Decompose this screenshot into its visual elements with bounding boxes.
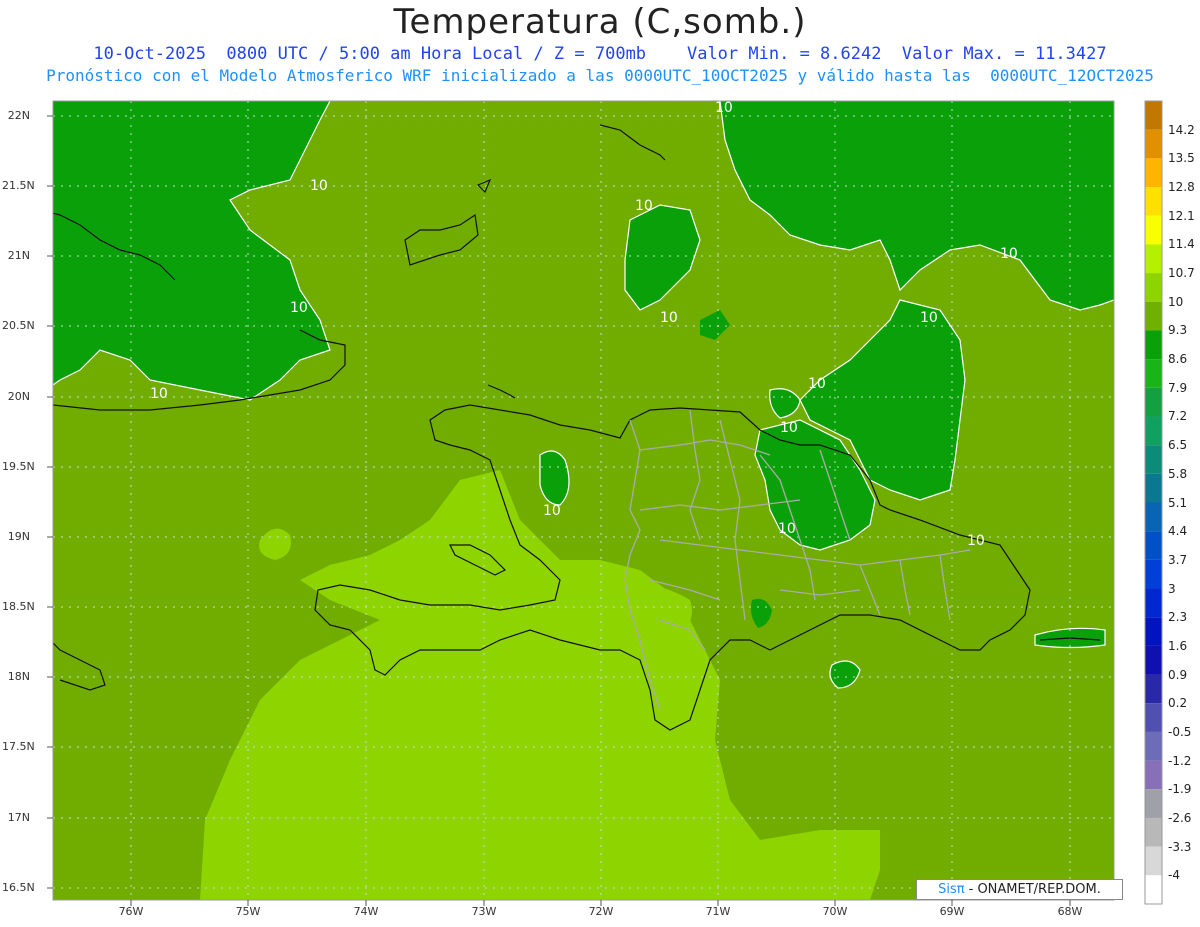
colorbar-swatch bbox=[1145, 445, 1162, 474]
colorbar-tick-label: -1.2 bbox=[1168, 753, 1192, 768]
colorbar-swatch bbox=[1145, 273, 1162, 302]
colorbar-tick-label: -2.6 bbox=[1168, 810, 1192, 825]
colorbar-tick-label: -1.9 bbox=[1168, 782, 1192, 797]
colorbar-swatch bbox=[1145, 301, 1162, 331]
colorbar-tick-label: 5.1 bbox=[1168, 495, 1188, 510]
colorbar-swatch bbox=[1145, 129, 1162, 159]
contour-label: 10 bbox=[715, 100, 733, 116]
lon-label: 68W bbox=[1057, 905, 1083, 918]
lat-label: 21N bbox=[7, 249, 30, 262]
lat-label: 22N bbox=[7, 109, 30, 122]
lat-label: 18.5N bbox=[2, 600, 35, 613]
colorbar-tick-label: 14.2 bbox=[1168, 122, 1195, 137]
colorbar-tick-label: -4 bbox=[1168, 868, 1180, 883]
lon-label: 76W bbox=[118, 905, 144, 918]
contour-label: 10 bbox=[967, 533, 985, 549]
contour-label: 10 bbox=[778, 521, 796, 537]
colorbar-tick-label: -3.3 bbox=[1168, 839, 1192, 854]
colorbar-tick-label: 12.8 bbox=[1168, 180, 1195, 195]
contour-label: 10 bbox=[290, 300, 308, 316]
lon-label: 74W bbox=[353, 905, 379, 918]
colorbar-swatch bbox=[1145, 674, 1162, 704]
colorbar-swatch bbox=[1145, 215, 1162, 245]
colorbar-swatch bbox=[1145, 588, 1162, 618]
contour-label: 10 bbox=[543, 503, 561, 519]
lon-label: 75W bbox=[235, 905, 261, 918]
colorbar-tick-label: 5.8 bbox=[1168, 466, 1188, 481]
contour-label: 10 bbox=[150, 386, 168, 402]
colorbar-tick-label: 11.4 bbox=[1168, 237, 1195, 252]
lon-label: 69W bbox=[939, 905, 965, 918]
colorbar-swatch bbox=[1145, 817, 1162, 847]
colorbar-swatch bbox=[1145, 502, 1162, 532]
contour-label: 10 bbox=[660, 310, 678, 326]
colorbar-tick-label: 10 bbox=[1168, 294, 1184, 309]
contour-label: 10 bbox=[635, 198, 653, 214]
colorbar-swatch bbox=[1145, 416, 1162, 446]
colorbar-swatch bbox=[1145, 846, 1162, 876]
lat-label: 18N bbox=[7, 670, 30, 683]
colorbar-tick-label: 10.7 bbox=[1168, 266, 1195, 281]
colorbar-tick-label: 3 bbox=[1168, 581, 1176, 596]
colorbar-tick-label: 8.6 bbox=[1168, 352, 1188, 367]
lat-label: 20.5N bbox=[2, 319, 35, 332]
colorbar-swatch bbox=[1145, 875, 1162, 904]
contour-label: 10 bbox=[808, 376, 826, 392]
lat-label: 17N bbox=[7, 811, 30, 824]
colorbar-swatch bbox=[1145, 703, 1162, 732]
contour-label: 10 bbox=[920, 310, 938, 326]
lat-label: 20N bbox=[7, 390, 30, 403]
colorbar bbox=[1144, 100, 1163, 905]
colorbar-tick-label: 4.4 bbox=[1168, 524, 1188, 539]
colorbar-tick-label: 3.7 bbox=[1168, 552, 1188, 567]
colorbar-tick-label: 9.3 bbox=[1168, 323, 1188, 338]
lon-label: 71W bbox=[705, 905, 731, 918]
lon-label: 72W bbox=[588, 905, 614, 918]
colorbar-swatch bbox=[1145, 531, 1162, 560]
colorbar-swatch bbox=[1145, 330, 1162, 360]
credit-brand: Sisπ bbox=[938, 882, 965, 897]
colorbar-swatch bbox=[1145, 760, 1162, 790]
colorbar-swatch bbox=[1145, 789, 1162, 818]
colorbar-tick-label: 6.5 bbox=[1168, 438, 1188, 453]
contour-label: 10 bbox=[1000, 246, 1018, 262]
lat-label: 19.5N bbox=[2, 460, 35, 473]
colorbar-swatch bbox=[1145, 101, 1162, 130]
colorbar-swatch bbox=[1145, 187, 1162, 216]
colorbar-swatch bbox=[1145, 617, 1162, 646]
colorbar-tick-label: 0.9 bbox=[1168, 667, 1188, 682]
lon-label: 70W bbox=[822, 905, 848, 918]
contour-label: 10 bbox=[780, 420, 798, 436]
lon-label: 73W bbox=[471, 905, 497, 918]
colorbar-tick-label: 13.5 bbox=[1168, 151, 1195, 166]
colorbar-tick-label: 0.2 bbox=[1168, 696, 1188, 711]
lat-label: 17.5N bbox=[2, 740, 35, 753]
colorbar-tick-label: -0.5 bbox=[1168, 724, 1192, 739]
colorbar-swatch bbox=[1145, 359, 1162, 388]
colorbar-tick-label: 2.3 bbox=[1168, 610, 1188, 625]
colorbar-tick-label: 7.9 bbox=[1168, 380, 1188, 395]
contour-label: 10 bbox=[310, 178, 328, 194]
colorbar-swatch bbox=[1145, 559, 1162, 589]
colorbar-swatch bbox=[1145, 244, 1162, 274]
colorbar-swatch bbox=[1145, 645, 1162, 675]
temperature-map: 10 10 10 10 10 10 10 10 10 10 10 10 10 bbox=[47, 100, 1163, 906]
colorbar-swatch bbox=[1145, 158, 1162, 188]
colorbar-tick-label: 1.6 bbox=[1168, 638, 1188, 653]
credit-text: - ONAMET/REP.DOM. bbox=[968, 882, 1101, 897]
colorbar-tick-label: 12.1 bbox=[1168, 208, 1195, 223]
lat-label: 19N bbox=[7, 530, 30, 543]
colorbar-tick-label: 7.2 bbox=[1168, 409, 1188, 424]
lat-label: 21.5N bbox=[2, 179, 35, 192]
lat-label: 16.5N bbox=[2, 881, 35, 894]
colorbar-swatch bbox=[1145, 387, 1162, 417]
colorbar-swatch bbox=[1145, 473, 1162, 503]
colorbar-swatch bbox=[1145, 731, 1162, 761]
credit-box: Sisπ - ONAMET/REP.DOM. bbox=[916, 879, 1123, 900]
